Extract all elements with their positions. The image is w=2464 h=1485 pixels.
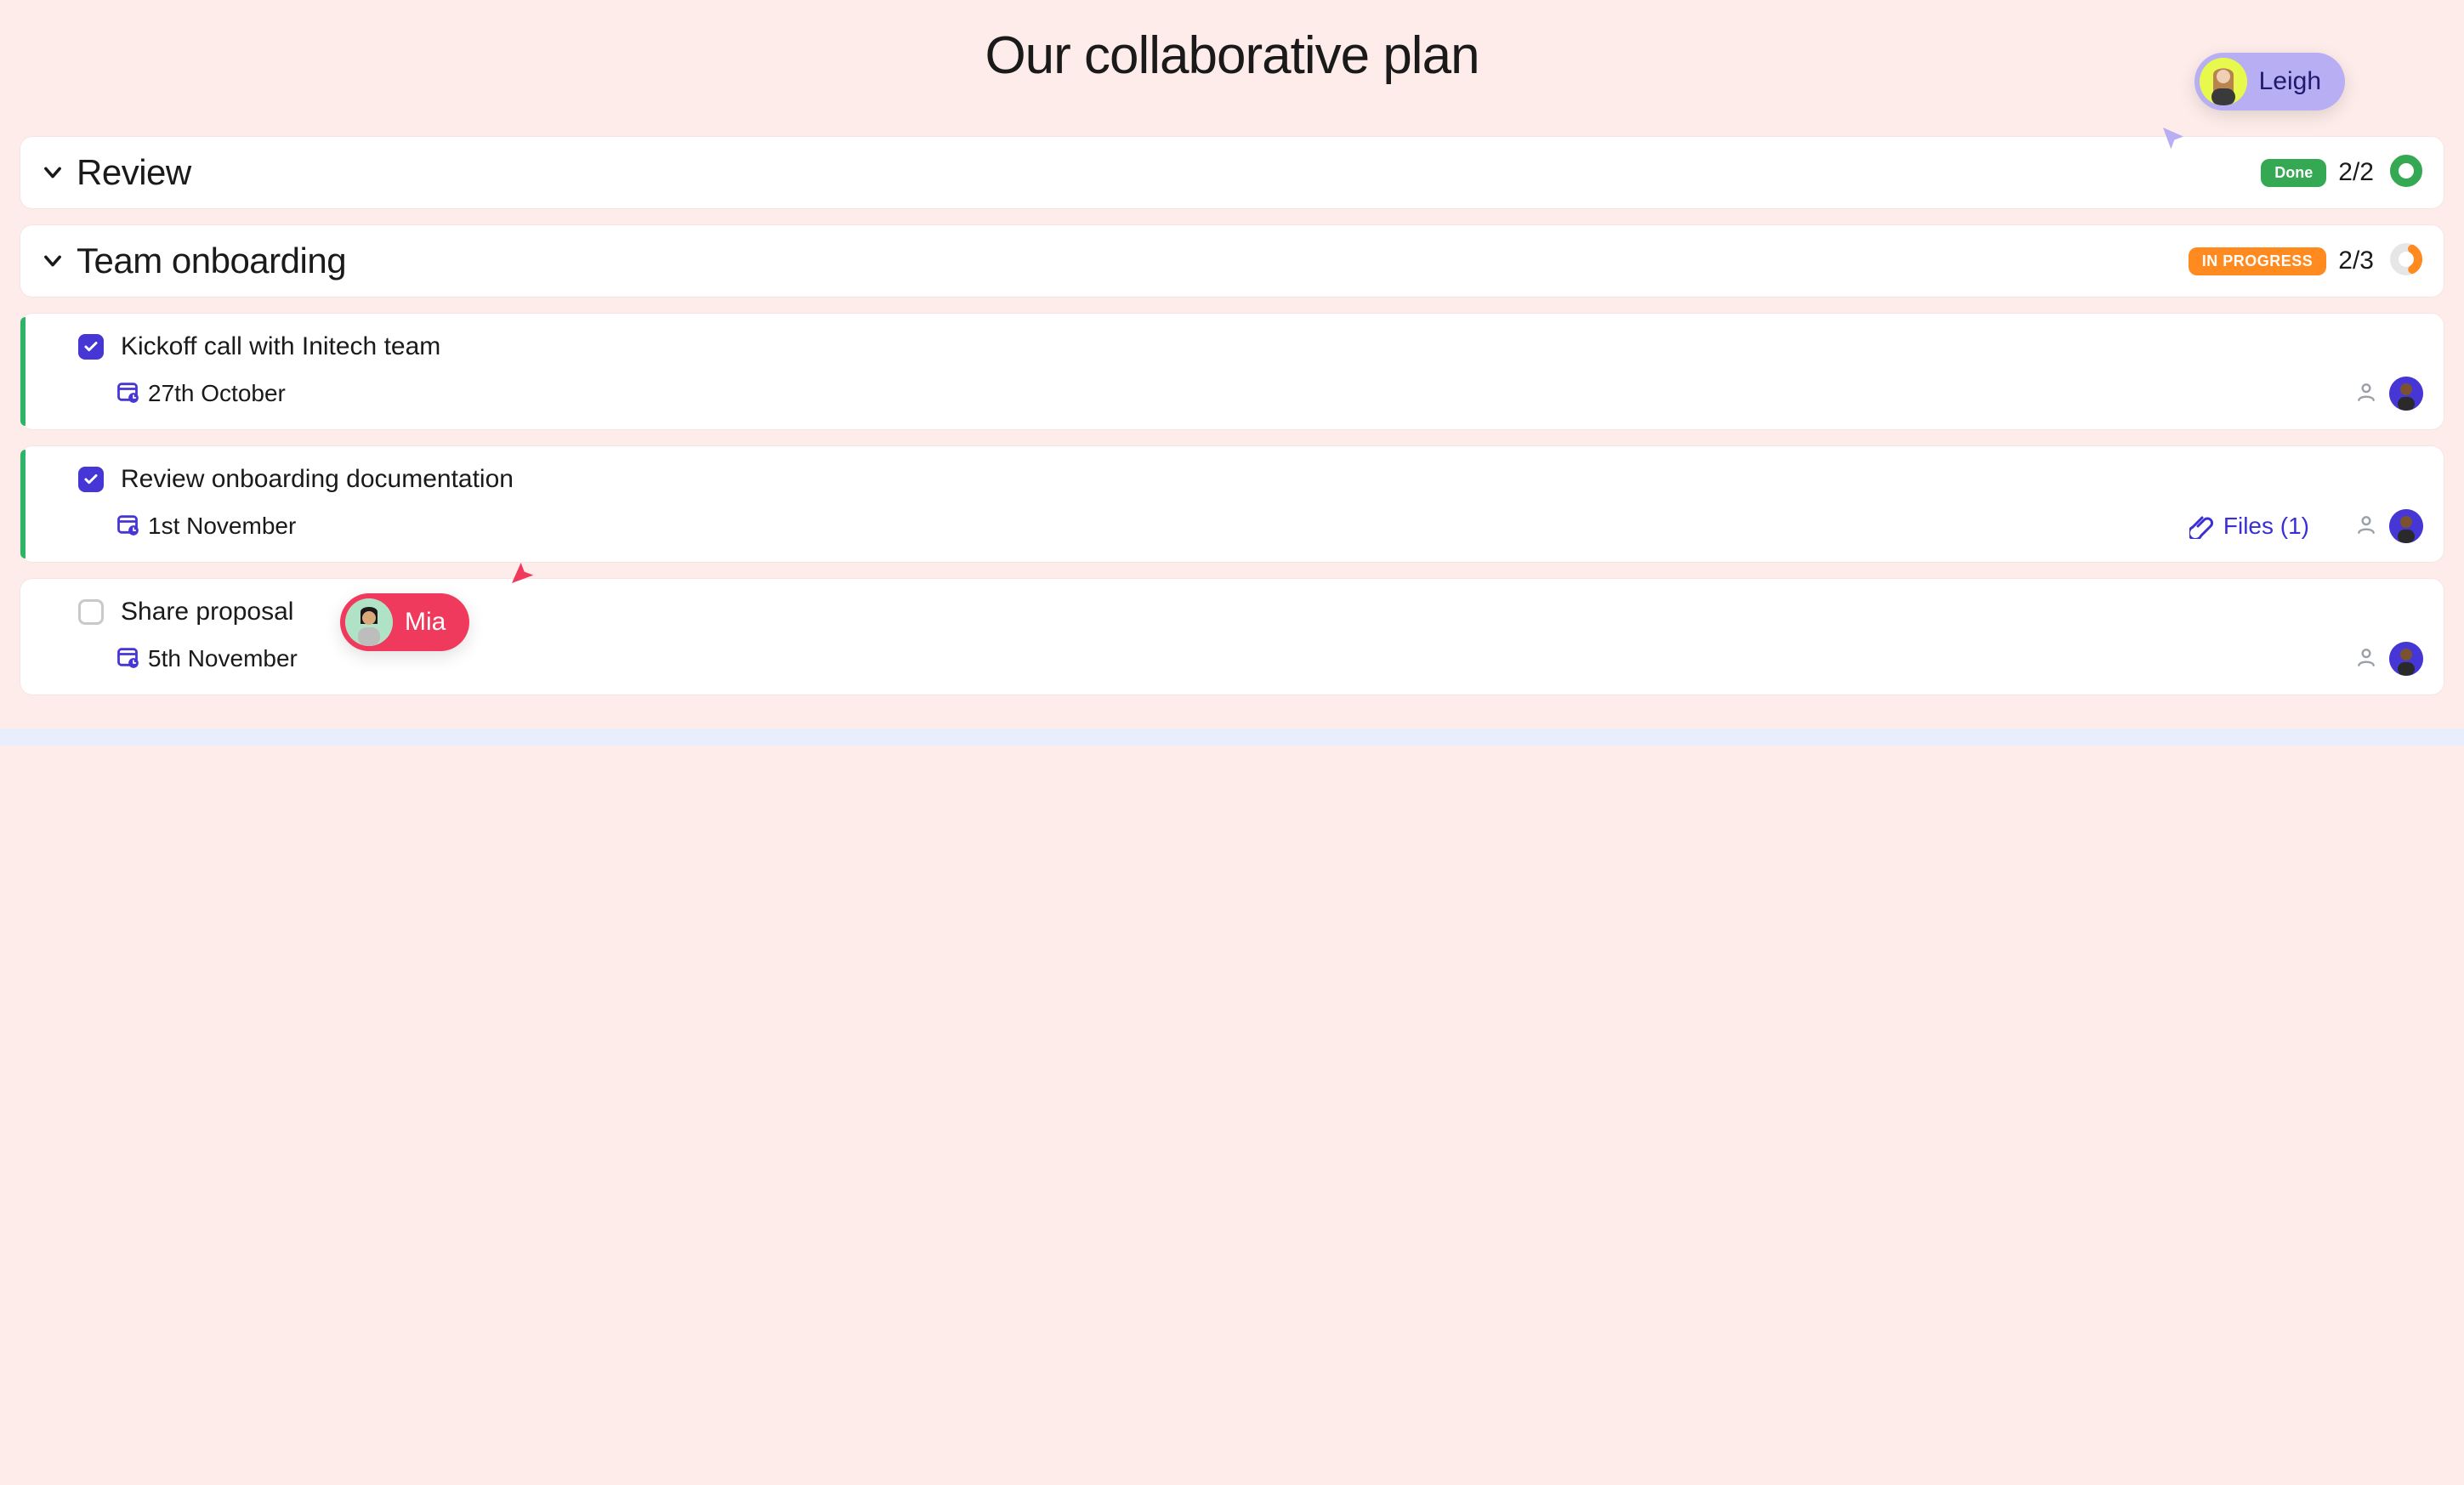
status-badge: IN PROGRESS bbox=[2189, 247, 2327, 275]
calendar-icon bbox=[116, 513, 139, 541]
assignee-avatar[interactable] bbox=[2389, 377, 2423, 411]
task-date: 5th November bbox=[148, 645, 298, 672]
chevron-down-icon bbox=[41, 161, 65, 184]
chevron-down-icon bbox=[41, 249, 65, 273]
footer-band bbox=[0, 728, 2464, 745]
assignee-avatar[interactable] bbox=[2389, 509, 2423, 543]
person-icon[interactable] bbox=[2355, 513, 2377, 540]
task-title: Share proposal bbox=[121, 598, 293, 626]
person-icon[interactable] bbox=[2355, 381, 2377, 407]
page-title: Our collaborative plan bbox=[20, 26, 2444, 86]
cursor-pointer-icon bbox=[2160, 124, 2183, 148]
avatar bbox=[2200, 58, 2247, 105]
progress-ring-icon bbox=[2389, 242, 2423, 281]
section-review[interactable]: Review Done 2/2 bbox=[20, 137, 2444, 208]
files-label: Files (1) bbox=[2223, 513, 2309, 540]
task-checkbox[interactable] bbox=[78, 599, 104, 625]
task-checkbox[interactable] bbox=[78, 467, 104, 492]
files-link[interactable]: Files (1) bbox=[2189, 513, 2309, 540]
task-title: Kickoff call with Initech team bbox=[121, 332, 440, 361]
calendar-icon bbox=[116, 380, 139, 408]
calendar-icon bbox=[116, 645, 139, 673]
task-card[interactable]: Kickoff call with Initech team 27th Octo… bbox=[20, 314, 2444, 429]
collaborator-name: Leigh bbox=[2259, 67, 2321, 96]
cursor-pointer-icon bbox=[508, 559, 532, 583]
collaborator-cursor-mia: Mia bbox=[340, 593, 469, 651]
person-icon[interactable] bbox=[2355, 646, 2377, 672]
task-title: Review onboarding documentation bbox=[121, 465, 514, 494]
section-team-onboarding[interactable]: Team onboarding IN PROGRESS 2/3 bbox=[20, 225, 2444, 297]
task-checkbox[interactable] bbox=[78, 334, 104, 360]
task-date: 27th October bbox=[148, 380, 286, 407]
section-count: 2/2 bbox=[2338, 158, 2374, 187]
paperclip-icon bbox=[2189, 513, 2215, 539]
progress-ring-icon bbox=[2389, 154, 2423, 192]
avatar bbox=[345, 598, 393, 646]
section-title: Review bbox=[77, 152, 2261, 193]
collaborator-name: Mia bbox=[405, 608, 446, 637]
collaborator-cursor-leigh: Leigh bbox=[2194, 53, 2345, 111]
section-title: Team onboarding bbox=[77, 241, 2189, 281]
assignee-avatar[interactable] bbox=[2389, 642, 2423, 676]
task-card[interactable]: Review onboarding documentation 1st Nove… bbox=[20, 446, 2444, 562]
task-date: 1st November bbox=[148, 513, 296, 540]
section-count: 2/3 bbox=[2338, 247, 2374, 275]
status-badge: Done bbox=[2261, 159, 2326, 187]
